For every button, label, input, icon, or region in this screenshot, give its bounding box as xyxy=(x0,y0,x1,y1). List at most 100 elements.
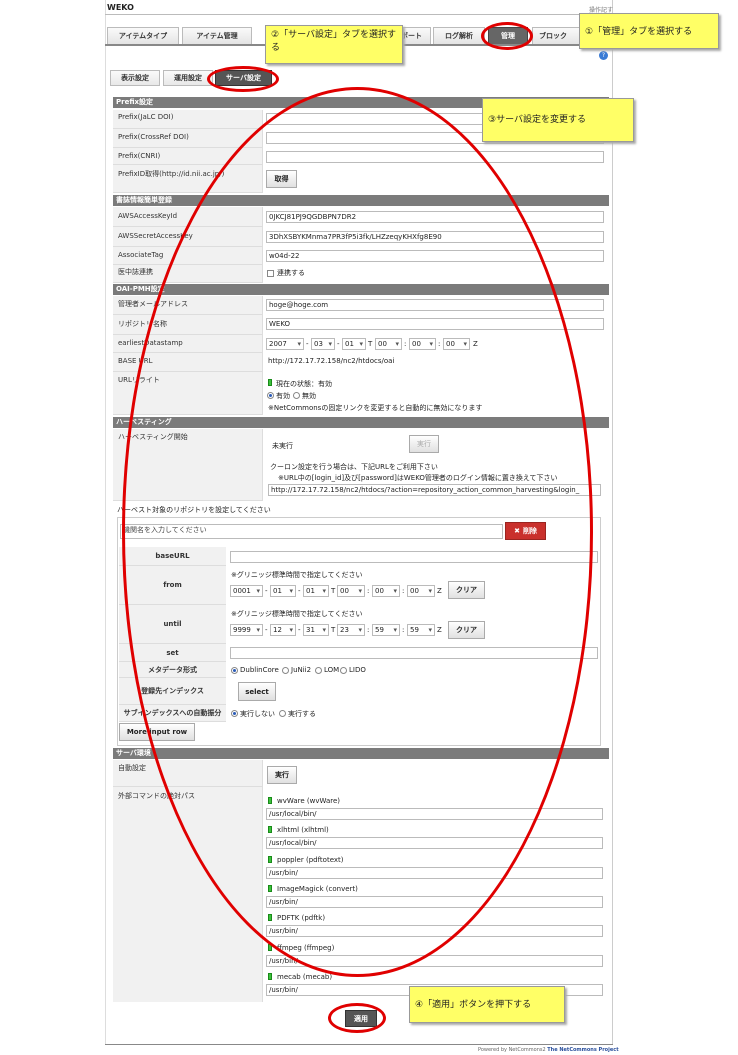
label-from: from xyxy=(119,566,226,605)
time-sep: : xyxy=(402,587,405,595)
command-path-input-poppler[interactable]: /usr/bin/ xyxy=(266,866,603,879)
date-sep: - xyxy=(298,626,301,634)
earliest-second-select[interactable]: 00 xyxy=(443,338,470,350)
until-second-select[interactable]: 59 xyxy=(407,624,435,636)
help-icon[interactable]: ? xyxy=(599,51,608,60)
auto-off-label: 実行しない xyxy=(240,710,275,718)
footer: Powered by NetCommons2 The NetCommons Pr… xyxy=(478,1047,619,1053)
earliest-day-select[interactable]: 01 xyxy=(342,338,366,350)
date-sep: - xyxy=(337,340,340,348)
command-status-led-icon xyxy=(268,826,272,834)
meta-dublincore-radio[interactable] xyxy=(231,667,238,674)
tab-admin[interactable]: 管理 xyxy=(488,27,528,45)
url-rewrite-off-radio[interactable] xyxy=(293,392,300,399)
meta-junii2-radio[interactable] xyxy=(282,667,289,674)
prefix-cnri-input[interactable] xyxy=(266,151,604,163)
earliest-month-select[interactable]: 03 xyxy=(311,338,335,350)
cron-note-1: クーロン設定を行う場合は、下記URLをご利用下さい xyxy=(270,463,438,471)
from-second-select[interactable]: 00 xyxy=(407,585,435,597)
auto-off-radio[interactable] xyxy=(231,710,238,717)
delete-label: 削除 xyxy=(522,527,537,535)
meta-lom-label: LOM xyxy=(324,666,340,674)
prefix-get-button[interactable]: 取得 xyxy=(266,170,297,188)
apply-button[interactable]: 適用 xyxy=(345,1010,377,1027)
footer-project-link[interactable]: The NetCommons Project xyxy=(547,1047,618,1053)
harvest-run-button[interactable]: 実行 xyxy=(409,435,439,453)
earliest-hour-select[interactable]: 00 xyxy=(375,338,402,350)
command-name-imagemagick: ImageMagick (convert) xyxy=(277,884,358,893)
aws-key-input[interactable]: 0JKCJ81PJ9QGDBPN7DR2 xyxy=(266,211,604,223)
command-path-input-wvware[interactable]: /usr/local/bin/ xyxy=(266,808,603,820)
command-path-input-ffmpeg[interactable]: /usr/bin/ xyxy=(266,954,603,967)
callout-step1: ①「管理」タブを選択する xyxy=(579,13,719,49)
label-prefix-id: PrefixID取得(http://id.nii.ac.jp/) xyxy=(113,165,263,193)
earliest-year-input[interactable]: 2007 xyxy=(266,338,304,350)
tab-item-management[interactable]: アイテム管理 xyxy=(182,27,252,45)
aws-secret-input[interactable]: 3DhXSBYKMnma7PR3fP5i3fk/LHZzeqyKHXfg8E90 xyxy=(266,231,604,243)
subtab-operation-settings[interactable]: 運用設定 xyxy=(163,70,213,86)
date-sep: - xyxy=(306,340,309,348)
time-sep: : xyxy=(402,626,405,634)
from-hour-select[interactable]: 00 xyxy=(337,585,365,597)
until-hour-select[interactable]: 23 xyxy=(337,624,365,636)
harvest-set-input[interactable] xyxy=(230,647,598,659)
section-book-info: 書誌情報簡単登録 xyxy=(113,195,609,206)
from-day-select[interactable]: 01 xyxy=(303,585,329,597)
label-earliest-datastamp: earliestDatastamp xyxy=(113,335,263,353)
until-minute-select[interactable]: 59 xyxy=(372,624,400,636)
auto-setting-run-button[interactable]: 実行 xyxy=(267,766,297,784)
footer-powered: Powered by NetCommons2 xyxy=(478,1047,546,1053)
from-year-input[interactable]: 0001 xyxy=(230,585,263,597)
command-path-input-imagemagick[interactable]: /usr/bin/ xyxy=(266,895,603,908)
tab-log-analysis[interactable]: ログ解析 xyxy=(433,27,485,45)
command-name-xlhtml: xlhtml (xlhtml) xyxy=(277,826,329,835)
tab-item-type[interactable]: アイテムタイプ xyxy=(107,27,179,45)
organization-name-input[interactable]: 機関名を入力してください xyxy=(120,524,503,539)
meta-lido-radio[interactable] xyxy=(340,667,347,674)
until-month-select[interactable]: 12 xyxy=(270,624,296,636)
until-day-select[interactable]: 31 xyxy=(303,624,329,636)
harvest-baseurl-input[interactable] xyxy=(230,551,598,563)
auto-on-radio[interactable] xyxy=(279,710,286,717)
app-title: WEKO xyxy=(107,3,134,12)
meta-lom-radio[interactable] xyxy=(315,667,322,674)
time-z-label: Z xyxy=(437,587,442,595)
repository-name-input[interactable]: WEKO xyxy=(266,318,604,330)
from-minute-select[interactable]: 00 xyxy=(372,585,400,597)
from-month-select[interactable]: 01 xyxy=(270,585,296,597)
label-auto-setting: 自動設定 xyxy=(113,760,263,787)
delete-repository-button[interactable]: ✖ 削除 xyxy=(505,522,546,540)
label-ichushi: 医中誌連携 xyxy=(113,265,263,283)
footer-divider xyxy=(105,1044,613,1045)
admin-mail-input[interactable]: hoge@hoge.com xyxy=(266,299,604,311)
more-input-row-button[interactable]: More input row xyxy=(119,723,195,741)
until-clear-button[interactable]: クリア xyxy=(448,621,485,639)
time-t-label: T xyxy=(331,626,336,634)
until-year-input[interactable]: 9999 xyxy=(230,624,263,636)
subtab-server-settings[interactable]: サーバ設定 xyxy=(215,70,272,86)
from-gmt-note: ※グリニッジ標準時間で指定してください xyxy=(231,571,363,579)
command-name-wvware: wvWare (wvWare) xyxy=(277,797,341,805)
command-status-led-icon xyxy=(268,855,272,863)
index-select-button[interactable]: select xyxy=(238,682,276,701)
delete-x-icon: ✖ xyxy=(514,527,520,535)
url-rewrite-on-radio[interactable] xyxy=(267,392,274,399)
label-repository-name: リポジトリ名称 xyxy=(113,315,263,335)
tab-block[interactable]: ブロック xyxy=(532,27,580,45)
from-clear-button[interactable]: クリア xyxy=(448,581,485,599)
label-aws-secret: AWSSecretAccessKey xyxy=(113,227,263,247)
label-url-rewrite: URLリライト xyxy=(113,372,263,415)
command-path-input-xlhtml[interactable]: /usr/local/bin/ xyxy=(266,837,603,850)
command-path-input-pdftk[interactable]: /usr/bin/ xyxy=(266,925,603,938)
cron-url-field[interactable]: http://172.17.72.158/nc2/htdocs/?action=… xyxy=(268,484,601,496)
subtab-display-settings[interactable]: 表示設定 xyxy=(110,70,160,86)
associate-tag-input[interactable]: w04d-22 xyxy=(266,250,604,262)
callout-step4: ④「適用」ボタンを押下する xyxy=(409,986,565,1023)
label-prefix-jalc: Prefix(JaLC DOI) xyxy=(113,110,263,129)
label-base-url-harvest: baseURL xyxy=(119,547,226,566)
earliest-minute-select[interactable]: 00 xyxy=(409,338,436,350)
command-name-poppler: poppler (pdftotext) xyxy=(277,855,344,864)
harvest-target-label: ハーベスト対象のリポジトリを設定してください xyxy=(117,506,271,514)
ichushi-checkbox[interactable] xyxy=(267,270,274,277)
label-register-index: 登録先インデックス xyxy=(119,678,226,705)
